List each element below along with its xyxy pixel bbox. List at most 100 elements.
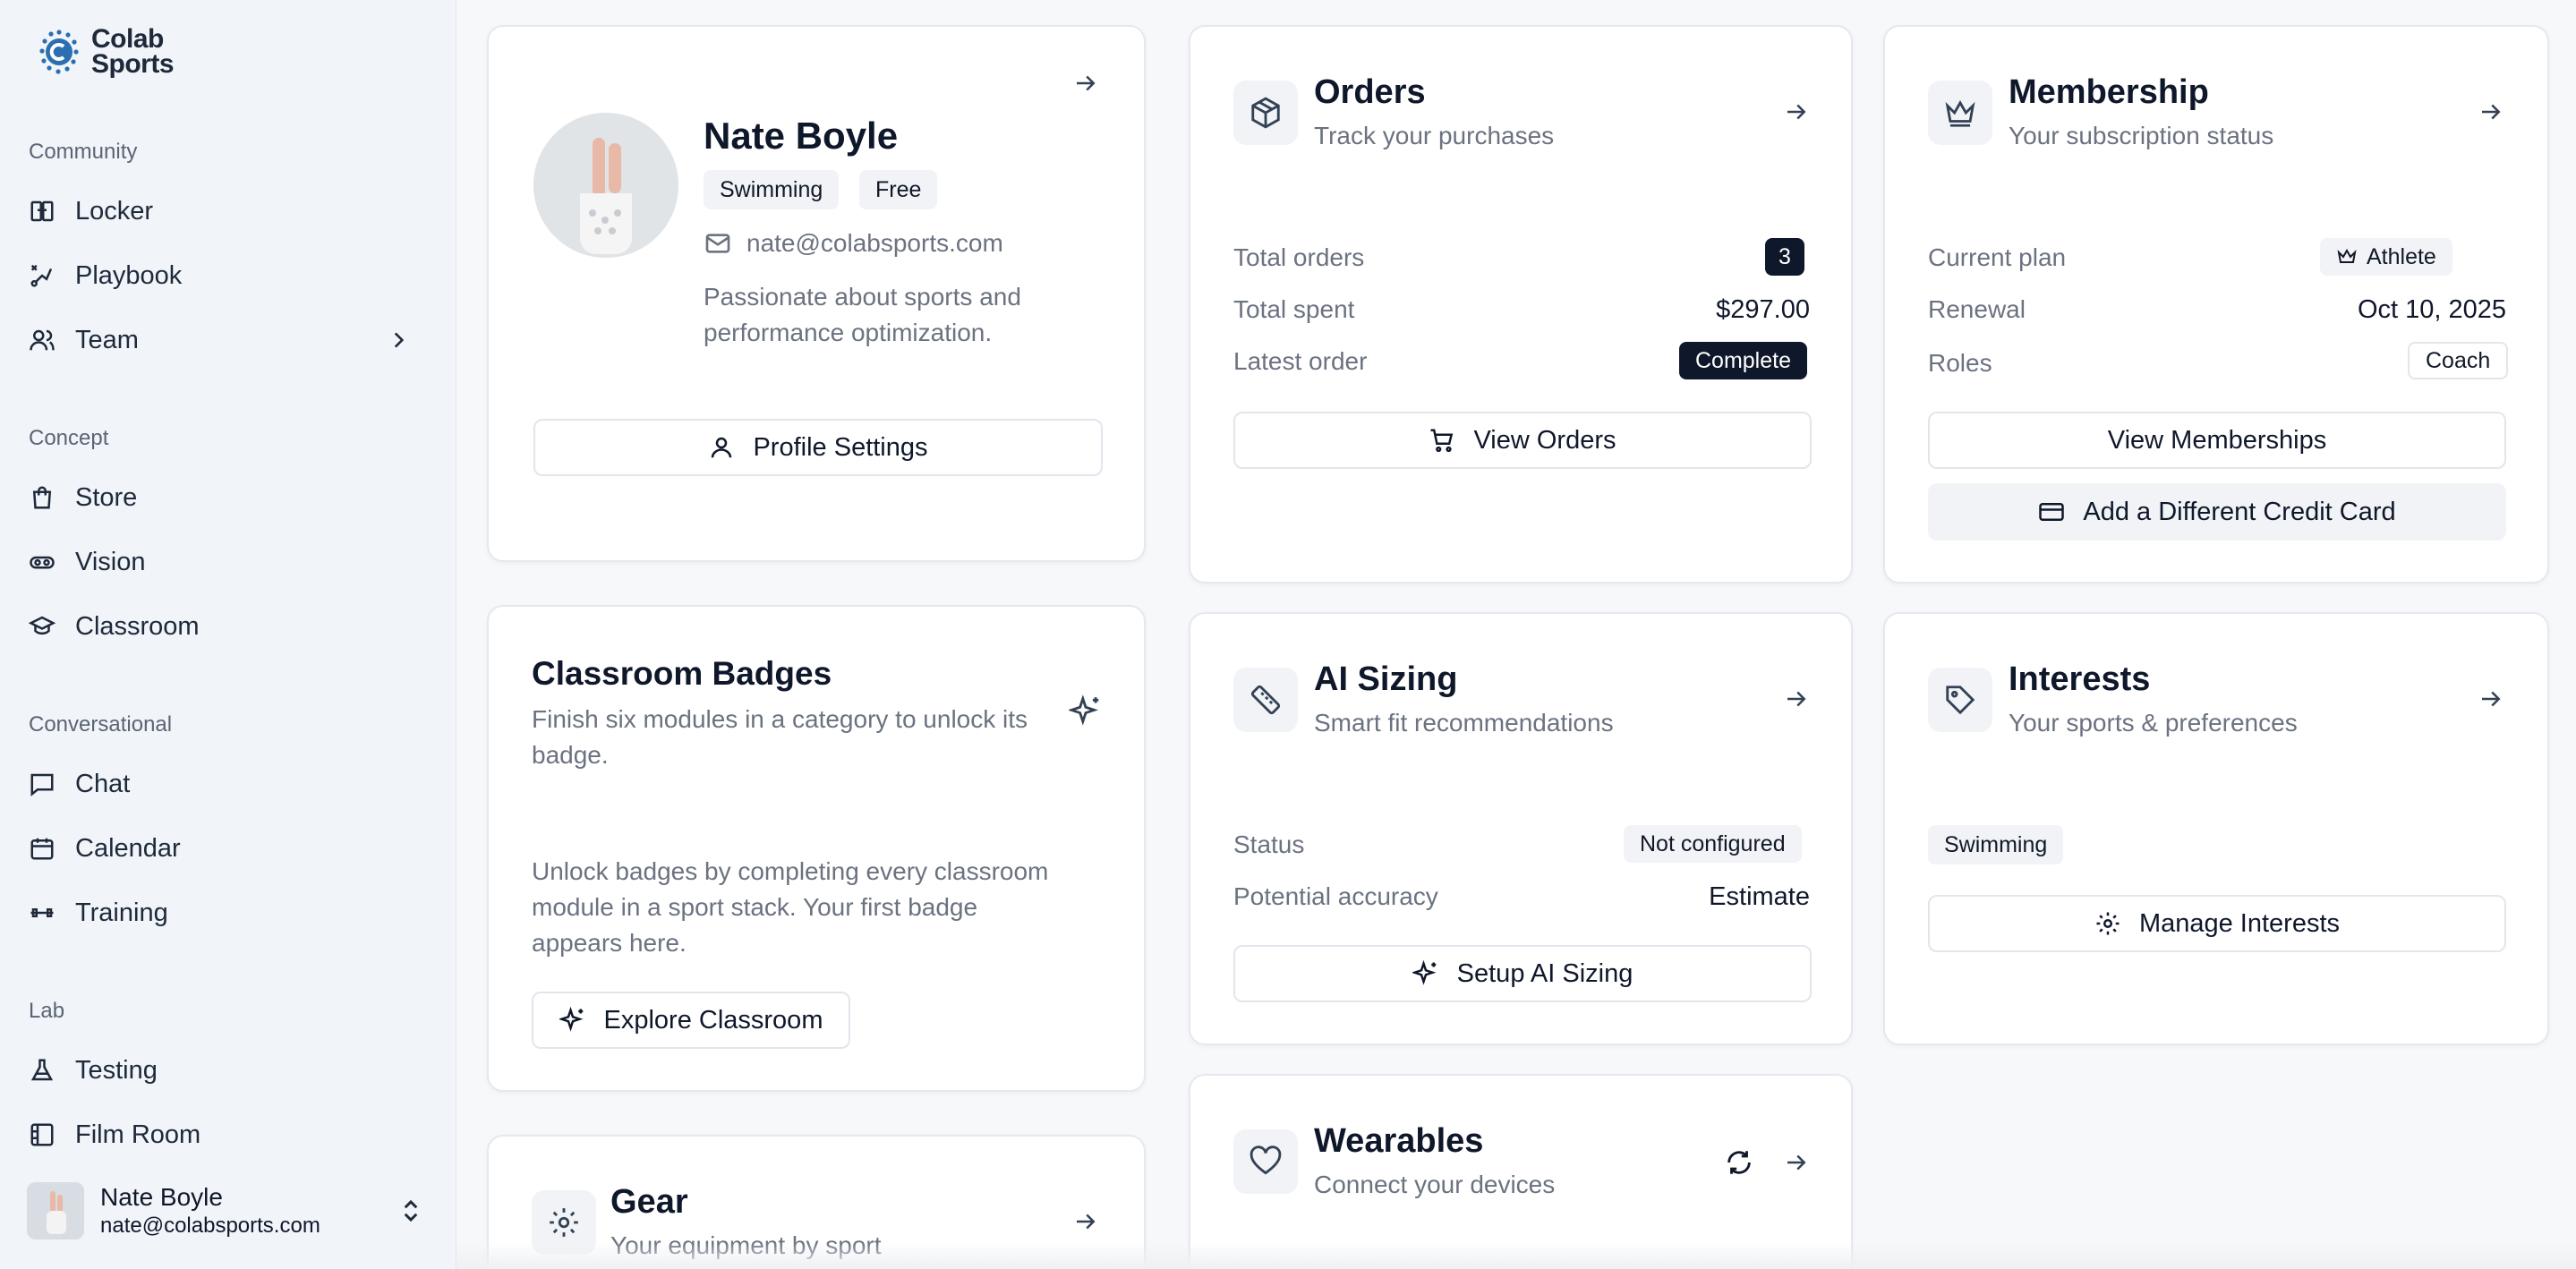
sidebar-item-classroom[interactable]: Classroom [18, 599, 428, 654]
ai-sizing-subtitle: Smart fit recommendations [1314, 709, 1614, 737]
crown-icon [2337, 248, 2357, 263]
badges-subtitle-line-2: badge. [532, 741, 609, 769]
manage-interests-label: Manage Interests [2138, 908, 2341, 938]
setup-ai-sizing-label: Setup AI Sizing [1456, 958, 1633, 988]
total-orders-label: Total orders [1233, 243, 1365, 271]
sidebar-item-vision[interactable]: Vision [18, 534, 428, 590]
badges-description: Unlock badges by completing every classr… [532, 854, 1048, 961]
sparkles-icon [1412, 960, 1437, 985]
sidebar-item-film-room[interactable]: Film Room [18, 1107, 428, 1163]
badges-body-line-3: appears here. [532, 929, 687, 957]
sidebar-item-store[interactable]: Store [18, 470, 428, 525]
section-title-concept: Concept [29, 426, 109, 450]
sidebar-item-training[interactable]: Training [18, 885, 428, 941]
profile-settings-label: Profile Settings [753, 432, 928, 462]
total-spent-value: $297.00 [1716, 295, 1810, 324]
mail-icon [705, 234, 730, 253]
badges-body-line-1: Unlock badges by completing every classr… [532, 857, 1049, 885]
arrow-right-icon[interactable] [1783, 1149, 1810, 1176]
profile-avatar [533, 113, 678, 258]
hand-photo-icon [27, 1182, 84, 1239]
badges-subtitle-line-1: Finish six modules in a category to unlo… [532, 705, 1028, 733]
sidebar-item-team[interactable]: Team [18, 312, 428, 368]
sidebar-item-locker[interactable]: Locker [18, 183, 428, 239]
sidebar-item-label: Playbook [75, 260, 183, 290]
role-badge: Coach [2408, 342, 2509, 379]
brand-line-1: Colab [91, 24, 164, 54]
current-plan-badge: Athlete [2320, 238, 2452, 276]
sidebar-item-playbook[interactable]: Playbook [18, 248, 428, 303]
sparkles-icon [559, 1007, 583, 1032]
gear-icon [2096, 912, 2120, 935]
arrow-right-icon[interactable] [1783, 98, 1810, 125]
hand-photo-icon [533, 113, 678, 258]
setup-ai-sizing-button[interactable]: Setup AI Sizing [1233, 945, 1812, 1002]
explore-classroom-button[interactable]: Explore Classroom [532, 992, 850, 1049]
sidebar-item-calendar[interactable]: Calendar [18, 821, 428, 876]
crown-icon [1945, 100, 1975, 127]
membership-icon-tile [1928, 81, 1992, 145]
orders-subtitle: Track your purchases [1314, 122, 1555, 149]
potential-accuracy-value: Estimate [1709, 882, 1810, 911]
graduation-cap-icon [29, 616, 55, 635]
renewal-label: Renewal [1928, 295, 2026, 323]
plan-tag: Free [859, 170, 938, 209]
arrow-right-icon[interactable] [2478, 686, 2504, 712]
profile-settings-button[interactable]: Profile Settings [533, 419, 1103, 476]
total-orders-badge: 3 [1765, 238, 1804, 276]
total-spent-label: Total spent [1233, 295, 1355, 323]
interests-card: Interests Your sports & preferences Swim… [1883, 612, 2549, 1045]
sidebar-item-label: Classroom [75, 611, 200, 641]
profile-bio-line-2: performance optimization. [704, 319, 993, 346]
section-title-conversational: Conversational [29, 712, 173, 737]
credit-card-icon [2039, 503, 2065, 521]
membership-subtitle: Your subscription status [2009, 122, 2274, 149]
user-name: Nate Boyle [100, 1183, 223, 1211]
package-icon [1251, 97, 1280, 129]
latest-order-label: Latest order [1233, 347, 1368, 375]
interests-icon-tile [1928, 668, 1992, 732]
manage-interests-button[interactable]: Manage Interests [1928, 895, 2506, 952]
team-icon [30, 329, 55, 351]
ai-status-badge: Not configured [1624, 825, 1802, 863]
sidebar-item-label: Vision [75, 547, 146, 576]
cart-icon [1430, 429, 1454, 453]
ai-sizing-title: AI Sizing [1314, 660, 1458, 698]
profile-bio-line-1: Passionate about sports and [704, 283, 1021, 311]
interests-title: Interests [2009, 660, 2151, 698]
heart-icon [1250, 1146, 1282, 1175]
view-orders-button[interactable]: View Orders [1233, 412, 1812, 469]
playbook-icon [30, 264, 53, 287]
potential-accuracy-label: Potential accuracy [1233, 882, 1438, 910]
add-credit-card-button[interactable]: Add a Different Credit Card [1928, 483, 2506, 541]
arrow-right-icon[interactable] [1072, 70, 1099, 97]
brand-logo[interactable]: Colab Sports [36, 24, 175, 79]
orders-card: Orders Track your purchases Total orders… [1189, 25, 1853, 583]
chevrons-up-down-icon[interactable] [397, 1197, 424, 1224]
classroom-badges-card: Classroom Badges Finish six modules in a… [487, 605, 1146, 1092]
current-plan-value: Athlete [2367, 243, 2436, 269]
arrow-right-icon[interactable] [1072, 1208, 1099, 1235]
tag-icon [1946, 686, 1975, 715]
sidebar-item-testing[interactable]: Testing [18, 1043, 428, 1098]
gear-icon [550, 1208, 578, 1237]
view-orders-label: View Orders [1473, 425, 1616, 455]
dumbbell-icon [30, 908, 54, 917]
section-title-lab: Lab [29, 999, 65, 1023]
sidebar-item-chat[interactable]: Chat [18, 756, 428, 812]
membership-card: Membership Your subscription status Curr… [1883, 25, 2549, 583]
sidebar-item-label: Testing [75, 1055, 158, 1085]
refresh-icon[interactable] [1724, 1147, 1754, 1178]
user-icon [712, 437, 732, 458]
flask-icon [30, 1059, 54, 1081]
arrow-right-icon[interactable] [1783, 686, 1810, 712]
arrow-right-icon[interactable] [2478, 98, 2504, 125]
orders-icon-tile [1233, 81, 1298, 145]
user-menu[interactable]: Nate Boyle nate@colabsports.com [27, 1180, 439, 1242]
brand-name: Colab Sports [91, 24, 175, 78]
sidebar-item-label: Training [75, 898, 168, 927]
explore-classroom-label: Explore Classroom [603, 1005, 823, 1035]
ai-sizing-card: AI Sizing Smart fit recommendations Stat… [1189, 612, 1853, 1045]
view-memberships-button[interactable]: View Memberships [1928, 412, 2506, 469]
sidebar: Colab Sports Community Locker Playbook T… [0, 0, 456, 1269]
